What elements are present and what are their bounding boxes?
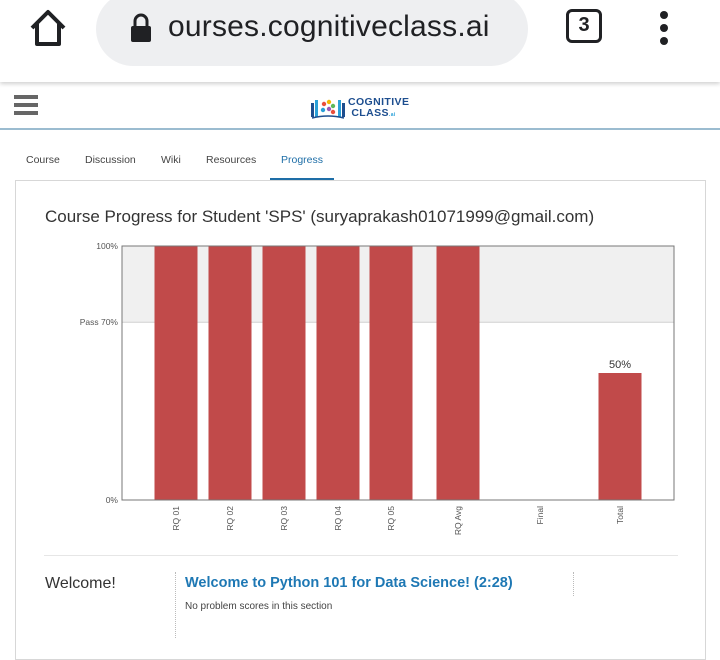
- logo-books-icon: [311, 99, 345, 119]
- tab-course[interactable]: Course: [26, 154, 60, 166]
- menu-icon[interactable]: [14, 95, 38, 115]
- browser-toolbar: ourses.cognitiveclass.ai 3: [0, 0, 720, 82]
- site-header: COGNITIVE CLASS.ai: [0, 82, 720, 130]
- tab-resources[interactable]: Resources: [206, 154, 256, 166]
- logo-text: COGNITIVE CLASS.ai: [348, 96, 410, 119]
- tab-switcher-button[interactable]: 3: [566, 9, 602, 43]
- more-options-icon[interactable]: [652, 8, 676, 48]
- chapter-title: Welcome!: [45, 575, 116, 592]
- tab-wiki[interactable]: Wiki: [161, 154, 181, 166]
- home-icon[interactable]: [26, 6, 70, 50]
- lock-icon: [131, 13, 151, 42]
- url-text[interactable]: ourses.cognitiveclass.ai: [168, 8, 518, 46]
- tab-discussion[interactable]: Discussion: [85, 154, 136, 166]
- page-title: Course Progress for Student 'SPS' (surya…: [45, 207, 595, 226]
- section-separator-right: [573, 572, 574, 596]
- section-link[interactable]: Welcome to Python 101 for Data Science! …: [185, 575, 513, 591]
- section-score-note: No problem scores in this section: [185, 601, 333, 612]
- tab-progress[interactable]: Progress: [281, 154, 323, 166]
- cognitive-class-logo[interactable]: COGNITIVE CLASS.ai: [310, 96, 420, 122]
- course-tabs: Course Discussion Wiki Resources Progres…: [0, 146, 720, 181]
- section-separator: [175, 572, 176, 638]
- section-divider: [44, 555, 678, 556]
